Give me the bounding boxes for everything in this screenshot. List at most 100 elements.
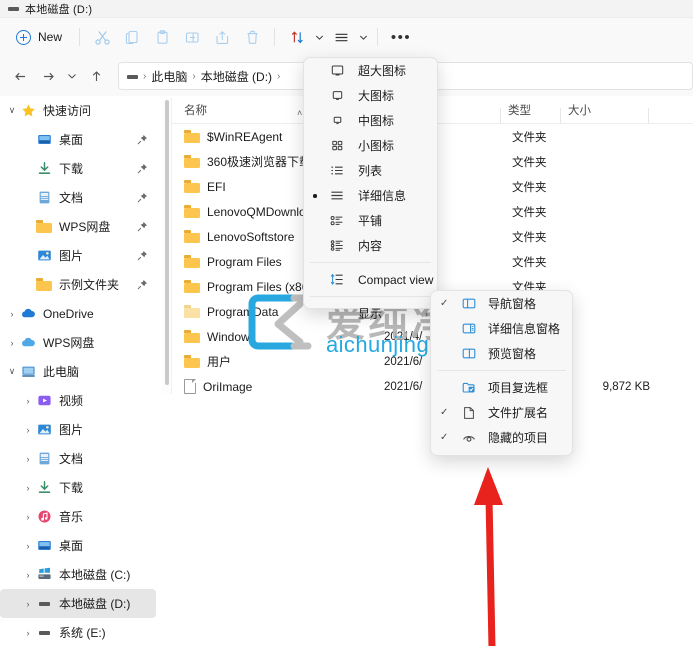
share-icon — [215, 30, 228, 44]
sidebar-item-12[interactable]: › 文档 — [0, 444, 160, 473]
show-submenu-item-2[interactable]: 预览窗格 — [431, 341, 572, 366]
show-submenu-item-3[interactable]: 项目复选框 — [431, 375, 572, 400]
drive-icon — [127, 71, 138, 82]
chevron-right-icon[interactable]: › — [20, 396, 36, 406]
small-icons-icon — [331, 140, 342, 151]
sidebar-item-label: 此电脑 — [43, 365, 80, 379]
share-button[interactable] — [207, 23, 237, 51]
sidebar-item-9[interactable]: ∨ 此电脑 — [0, 357, 160, 386]
view-menu-item-label: 平铺 — [358, 214, 383, 228]
sidebar-item-10[interactable]: › 视频 — [0, 386, 160, 415]
chevron-right-icon[interactable]: › — [20, 512, 36, 522]
chevron-right-icon[interactable]: › — [20, 570, 36, 580]
sidebar-item-7[interactable]: › OneDrive — [0, 299, 160, 328]
rename-button[interactable] — [177, 23, 207, 51]
sidebar-item-0[interactable]: ∨ 快速访问 — [0, 96, 160, 125]
chevron-right-icon[interactable]: › — [20, 454, 36, 464]
view-menu-item-4[interactable]: 列表 — [304, 158, 437, 183]
chevron-right-icon[interactable]: › — [20, 541, 36, 551]
view-group[interactable] — [326, 23, 370, 51]
more-options-button[interactable]: ••• — [385, 23, 417, 51]
sidebar-item-6[interactable]: 示例文件夹 — [0, 270, 160, 299]
cut-button[interactable] — [87, 23, 117, 51]
pin-icon[interactable] — [137, 192, 148, 206]
view-menu-item-1[interactable]: 大图标 — [304, 83, 437, 108]
back-button[interactable] — [6, 62, 34, 90]
view-chevron-down-icon[interactable] — [356, 23, 370, 51]
sidebar-item-2[interactable]: 下载 — [0, 154, 160, 183]
folder-icon — [184, 205, 200, 218]
view-menu-item-6[interactable]: 平铺 — [304, 208, 437, 233]
window-title: 本地磁盘 (D:) — [25, 3, 93, 16]
view-menu-item-2[interactable]: 中图标 — [304, 108, 437, 133]
sidebar-item-14[interactable]: › 音乐 — [0, 502, 160, 531]
chevron-down-icon[interactable]: ∨ — [4, 105, 20, 116]
new-button[interactable]: New — [12, 24, 72, 50]
sidebar-item-16[interactable]: › 本地磁盘 (C:) — [0, 560, 160, 589]
pin-icon[interactable] — [137, 250, 148, 264]
view-button[interactable] — [326, 23, 356, 51]
view-dropdown-menu[interactable]: 超大图标 大图标 中图标 小图标 列表 详细信息 平铺 内容 Compact view 显示 › — [303, 57, 438, 321]
view-menu-item-5[interactable]: 详细信息 — [304, 183, 437, 208]
pin-icon[interactable] — [137, 221, 148, 235]
chevron-right-icon[interactable]: › — [20, 628, 36, 638]
view-menu-item-label: 大图标 — [358, 89, 395, 103]
sidebar-item-label: 桌面 — [59, 539, 84, 553]
chevron-right-icon[interactable]: › — [4, 309, 20, 319]
forward-button[interactable] — [34, 62, 62, 90]
show-submenu-item-4[interactable]: ✓ 文件扩展名 — [431, 400, 572, 425]
pin-icon[interactable] — [137, 134, 148, 148]
show-submenu-item-0[interactable]: ✓ 导航窗格 — [431, 291, 572, 316]
scrollbar-thumb[interactable] — [165, 100, 169, 385]
pin-icon[interactable] — [137, 279, 148, 293]
column-header-size[interactable]: 大小 — [560, 102, 660, 123]
sidebar-item-8[interactable]: › WPS网盘 — [0, 328, 160, 357]
list-icon — [326, 164, 348, 177]
documents-icon — [39, 452, 49, 465]
pin-icon[interactable] — [137, 163, 148, 177]
breadcrumb-separator: › — [192, 70, 196, 82]
view-menu-item-0[interactable]: 超大图标 — [304, 58, 437, 83]
drive-icon — [38, 627, 50, 638]
view-menu-item-3[interactable]: 小图标 — [304, 133, 437, 158]
drive-icon — [38, 598, 50, 609]
sidebar-item-17[interactable]: › 本地磁盘 (D:) — [0, 589, 156, 618]
sort-group[interactable] — [282, 23, 326, 51]
view-menu-item-7[interactable]: 内容 — [304, 233, 437, 258]
vertical-scrollbar[interactable] — [162, 98, 172, 394]
drive-icon — [36, 625, 52, 641]
chevron-right-icon[interactable]: › — [20, 599, 36, 609]
chevron-right-icon[interactable]: › — [20, 425, 36, 435]
sort-chevron-down-icon[interactable] — [312, 23, 326, 51]
copy-button[interactable] — [117, 23, 147, 51]
sort-button[interactable] — [282, 23, 312, 51]
sidebar-item-4[interactable]: WPS网盘 — [0, 212, 160, 241]
sidebar-item-18[interactable]: › 系统 (E:) — [0, 618, 160, 646]
sidebar-item-1[interactable]: 桌面 — [0, 125, 160, 154]
breadcrumb-item-drive-d[interactable]: 本地磁盘 (D:) — [201, 68, 272, 85]
sidebar-item-15[interactable]: › 桌面 — [0, 531, 160, 560]
show-submenu-item-5[interactable]: ✓ 隐藏的项目 — [431, 425, 572, 450]
navigation-pane[interactable]: ∨ 快速访问 桌面 下载 文档 WPS网盘 图片 示例文件夹 › OneDrive › W… — [0, 96, 160, 646]
file-type-cell: 文件夹 — [512, 231, 547, 244]
delete-button[interactable] — [237, 23, 267, 51]
up-button[interactable] — [82, 62, 110, 90]
chevron-right-icon[interactable]: › — [20, 483, 36, 493]
view-menu-item-show[interactable]: 显示 › — [304, 301, 437, 326]
show-submenu[interactable]: ✓ 导航窗格 详细信息窗格 预览窗格项目复选框 ✓ 文件扩展名 ✓ 隐藏的项目 — [430, 290, 573, 456]
view-menu-item-label: 超大图标 — [358, 64, 407, 78]
column-header-type[interactable]: 类型 — [500, 102, 560, 123]
paste-button[interactable] — [147, 23, 177, 51]
view-menu-item-compact[interactable]: Compact view — [304, 267, 437, 292]
chevron-right-icon[interactable]: › — [4, 338, 20, 348]
breadcrumb-item-this-pc[interactable]: 此电脑 — [151, 68, 187, 85]
chevron-down-icon[interactable]: ∨ — [4, 366, 20, 377]
pin-icon — [137, 135, 147, 145]
sidebar-item-3[interactable]: 文档 — [0, 183, 160, 212]
sidebar-item-5[interactable]: 图片 — [0, 241, 160, 270]
show-submenu-item-1[interactable]: 详细信息窗格 — [431, 316, 572, 341]
sidebar-item-11[interactable]: › 图片 — [0, 415, 160, 444]
recent-locations-button[interactable] — [62, 62, 82, 90]
sidebar-item-13[interactable]: › 下载 — [0, 473, 160, 502]
pin-icon — [137, 251, 147, 261]
